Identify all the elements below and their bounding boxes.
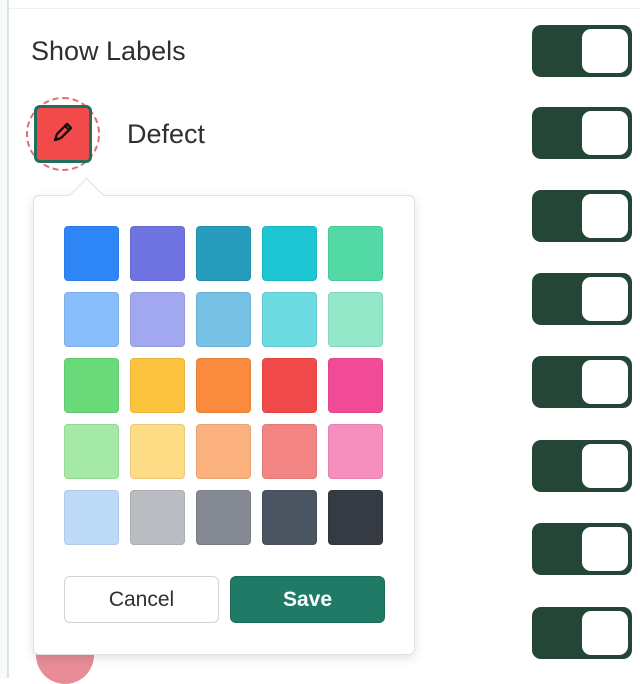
color-swatch-1-5[interactable] — [328, 226, 383, 281]
toggle-knob — [582, 360, 628, 404]
color-swatch-2-1[interactable] — [64, 292, 119, 347]
color-swatch-3-3[interactable] — [196, 358, 251, 413]
color-swatch-3-2[interactable] — [130, 358, 185, 413]
label-toggle-7[interactable] — [532, 523, 632, 575]
color-swatch-1-4[interactable] — [262, 226, 317, 281]
color-swatch-4-4[interactable] — [262, 424, 317, 479]
cancel-button[interactable]: Cancel — [64, 576, 219, 623]
label-name-defect: Defect — [127, 119, 206, 149]
color-swatch-4-5[interactable] — [328, 424, 383, 479]
color-swatch-1-1[interactable] — [64, 226, 119, 281]
color-swatch-5-2[interactable] — [130, 490, 185, 545]
color-swatch-3-5[interactable] — [328, 358, 383, 413]
label-toggle-8[interactable] — [532, 607, 632, 659]
color-swatch-4-2[interactable] — [130, 424, 185, 479]
toggle-knob — [582, 611, 628, 655]
show-labels-toggle[interactable] — [532, 25, 632, 77]
color-swatch-5-1[interactable] — [64, 490, 119, 545]
toggle-knob — [582, 194, 628, 238]
show-labels-label: Show Labels — [31, 36, 186, 66]
color-swatch-3-1[interactable] — [64, 358, 119, 413]
color-swatch-5-5[interactable] — [328, 490, 383, 545]
color-swatch-2-5[interactable] — [328, 292, 383, 347]
toggle-knob — [582, 527, 628, 571]
color-swatch-1-2[interactable] — [130, 226, 185, 281]
popover-arrow — [68, 177, 105, 214]
color-swatch-3-4[interactable] — [262, 358, 317, 413]
color-palette-grid — [64, 226, 383, 545]
top-divider — [9, 0, 640, 9]
color-swatch-5-3[interactable] — [196, 490, 251, 545]
toggle-knob — [582, 444, 628, 488]
color-swatch-4-3[interactable] — [196, 424, 251, 479]
label-toggle-3[interactable] — [532, 190, 632, 242]
color-swatch-4-1[interactable] — [64, 424, 119, 479]
label-color-button[interactable] — [34, 105, 92, 163]
toggle-knob — [582, 29, 628, 73]
toggle-knob — [582, 111, 628, 155]
label-toggle-5[interactable] — [532, 356, 632, 408]
color-picker-popover: Cancel Save — [33, 177, 415, 655]
save-button[interactable]: Save — [230, 576, 385, 623]
label-toggle-4[interactable] — [532, 273, 632, 325]
color-swatch-2-4[interactable] — [262, 292, 317, 347]
pencil-icon — [50, 119, 76, 150]
left-border — [0, 0, 9, 678]
color-swatch-2-3[interactable] — [196, 292, 251, 347]
toggle-knob — [582, 277, 628, 321]
defect-toggle[interactable] — [532, 107, 632, 159]
label-toggle-6[interactable] — [532, 440, 632, 492]
color-swatch-5-4[interactable] — [262, 490, 317, 545]
color-swatch-2-2[interactable] — [130, 292, 185, 347]
color-swatch-1-3[interactable] — [196, 226, 251, 281]
